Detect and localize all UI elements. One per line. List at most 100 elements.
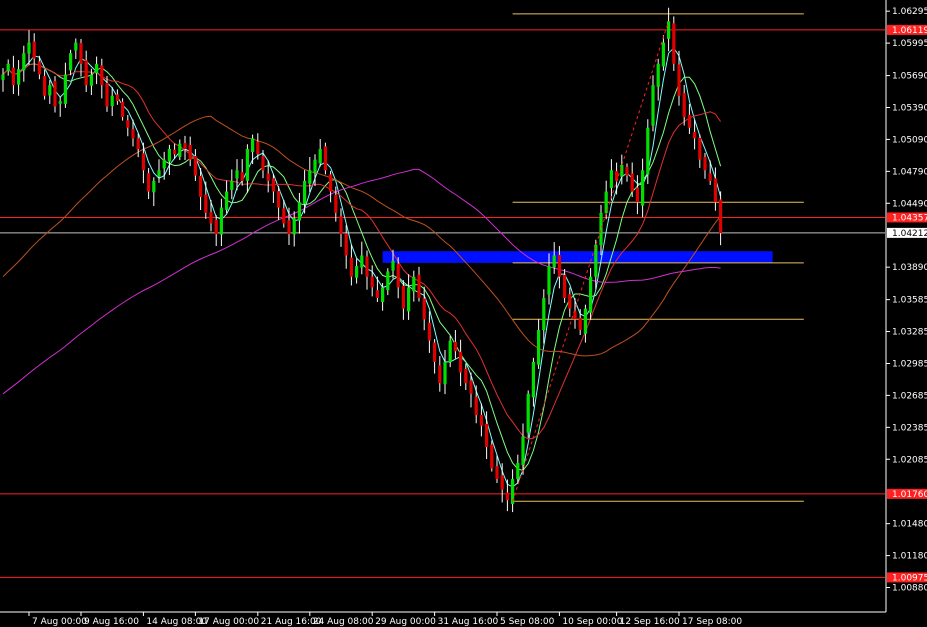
- candle-bear: [131, 129, 135, 139]
- candle-bull: [17, 69, 21, 85]
- y-tick-label: 1.05690: [892, 72, 927, 82]
- candle-bull: [89, 74, 93, 86]
- candle-bear: [578, 318, 582, 330]
- demand-zone: [382, 251, 773, 263]
- candle-bear: [339, 216, 343, 235]
- candle-bear: [563, 274, 567, 299]
- candle-bear: [173, 149, 177, 155]
- candle-bear: [375, 290, 379, 299]
- candle-bear: [240, 172, 244, 181]
- candle-bull: [27, 42, 31, 54]
- candle-bull: [646, 127, 650, 175]
- candle-bull: [297, 202, 301, 221]
- candle-bear: [469, 380, 473, 394]
- candle-bull: [537, 329, 541, 365]
- x-tick-label: 24 Aug 08:00: [313, 617, 374, 627]
- x-tick-label: 7 Aug 00:00: [32, 617, 87, 627]
- candle-bull: [412, 276, 416, 292]
- candle-bear: [438, 365, 442, 384]
- candle-bear: [32, 41, 36, 59]
- price-chart[interactable]: 1.06295 1.05995 1.05690 1.05390 1.05090 1.047…: [0, 0, 927, 627]
- candle-bear: [188, 144, 192, 160]
- x-tick-label: 12 Sep 16:00: [620, 617, 680, 627]
- candle-bear: [115, 94, 119, 102]
- candle-bear: [698, 137, 702, 160]
- candle-bull: [407, 287, 411, 312]
- candle-bear: [105, 82, 109, 107]
- y-tick-label: 1.02685: [892, 391, 927, 401]
- x-tick-label: 5 Sep 08:00: [500, 617, 555, 627]
- candle-bull: [620, 164, 624, 177]
- y-tick-label: 1.05390: [892, 103, 927, 113]
- candle-bear: [557, 254, 561, 277]
- candle-bear: [193, 156, 197, 176]
- candle-bull: [651, 85, 655, 126]
- candle-bear: [266, 173, 270, 181]
- candle-bear: [183, 143, 187, 150]
- candle-bear: [209, 212, 213, 224]
- candle-bear: [417, 274, 421, 299]
- y-tick-label: 1.03890: [892, 263, 927, 273]
- candle-bull: [48, 85, 52, 96]
- candle-bull: [235, 170, 239, 179]
- demand-zone-layer: [382, 251, 773, 263]
- candle-bear: [37, 61, 41, 75]
- candle-bull: [245, 149, 249, 181]
- candle-bear: [79, 43, 83, 64]
- candle-bear: [427, 322, 431, 341]
- candle-bear: [53, 81, 57, 107]
- candle-bear: [615, 171, 619, 181]
- price-label: 1.04357: [892, 213, 927, 223]
- candle-bear: [370, 276, 374, 288]
- candle-bear: [677, 64, 681, 96]
- candle-bull: [318, 149, 322, 164]
- candle-bull: [303, 180, 307, 204]
- candle-bear: [568, 294, 572, 309]
- candle-bull: [6, 63, 10, 71]
- candle-bear: [84, 60, 88, 86]
- candle-bear: [121, 101, 125, 118]
- candle-bear: [453, 341, 457, 352]
- candle-bull: [74, 42, 78, 51]
- candle-bull: [448, 340, 452, 363]
- candle-bull: [313, 159, 317, 174]
- candle-bull: [531, 361, 535, 398]
- candle-bear: [500, 475, 504, 490]
- candle-bear: [271, 178, 275, 192]
- candle-bear: [126, 120, 130, 128]
- candle-bull: [552, 255, 556, 268]
- candle-bear: [334, 195, 338, 213]
- candle-bull: [219, 207, 223, 235]
- candle-bear: [277, 191, 281, 208]
- candle-bear: [11, 67, 15, 86]
- candle-bear: [329, 174, 333, 192]
- y-tick-label: 1.02085: [892, 455, 927, 465]
- candle-bull: [547, 266, 551, 295]
- candle-bear: [625, 166, 629, 176]
- candle-bull: [110, 95, 114, 106]
- candle-bear: [136, 138, 140, 150]
- candle-bear: [495, 466, 499, 479]
- y-tick-label: 1.04790: [892, 167, 927, 177]
- candle-bull: [58, 101, 62, 104]
- candle-bull: [152, 180, 156, 193]
- candle-bear: [147, 173, 151, 192]
- candle-bull: [609, 170, 613, 189]
- candle-bear: [485, 423, 489, 448]
- y-tick-label: 1.06295: [892, 7, 927, 17]
- candle-bear: [505, 492, 509, 501]
- price-label: 1.06119: [892, 26, 927, 36]
- x-tick-label: 31 Aug 16:00: [438, 617, 499, 627]
- price-label: 1.04212: [892, 229, 927, 239]
- candle-bear: [630, 173, 634, 192]
- y-tick-label: 1.03585: [892, 296, 927, 306]
- candle-bull: [308, 170, 312, 184]
- x-tick-label: 17 Sep 08:00: [682, 617, 742, 627]
- candle-bull: [516, 462, 520, 480]
- candle-bull: [386, 271, 390, 291]
- candle-bull: [162, 159, 166, 169]
- candle-bear: [396, 263, 400, 288]
- y-tick-label: 1.01180: [892, 552, 927, 562]
- candle-bear: [349, 257, 353, 277]
- candle-bull: [157, 170, 161, 177]
